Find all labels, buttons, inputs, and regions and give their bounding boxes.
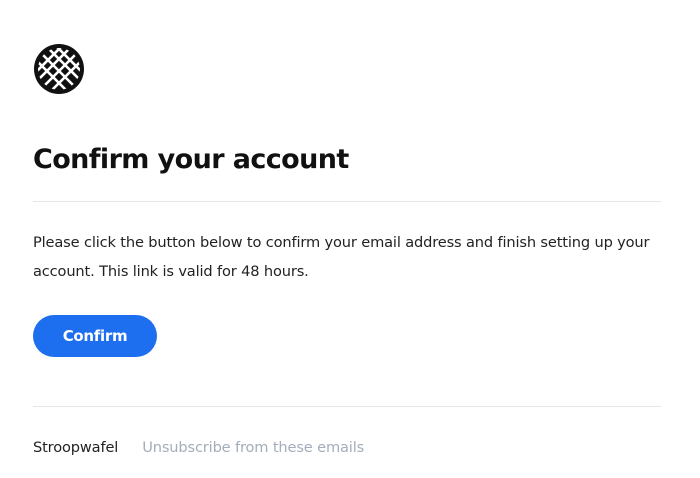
page-title: Confirm your account <box>33 144 349 175</box>
footer-divider <box>33 406 661 407</box>
unsubscribe-link[interactable]: Unsubscribe from these emails <box>142 437 364 459</box>
body-text: Please click the button below to confirm… <box>33 234 650 280</box>
footer-brand: Stroopwafel <box>33 439 119 456</box>
footer: Stroopwafel Unsubscribe from these email… <box>33 437 364 459</box>
confirm-button[interactable]: Confirm <box>33 315 157 357</box>
divider <box>33 201 661 202</box>
stroopwafel-logo-icon <box>32 42 86 96</box>
